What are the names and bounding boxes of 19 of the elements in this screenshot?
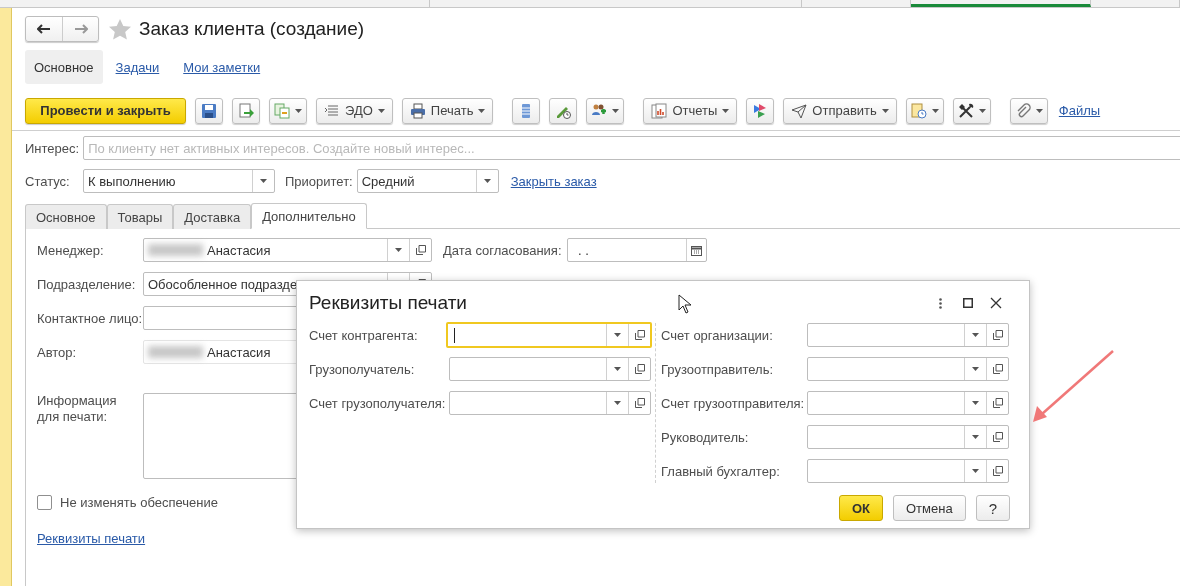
checkbox-label: Не изменять обеспечение: [60, 495, 218, 510]
field-label: Дата согласования:: [443, 242, 563, 258]
field-label: Руководитель:: [661, 429, 750, 445]
field-label: Счет грузополучателя:: [309, 395, 447, 411]
field-label: Грузополучатель:: [309, 361, 416, 377]
window-title: Заказ клиента (создание): [139, 18, 365, 40]
field-label: Интерес:: [25, 140, 80, 156]
field-label: Счет контрагента:: [309, 327, 419, 343]
field-label: Главный бухгалтер:: [661, 463, 781, 479]
field-label: Подразделение:: [37, 276, 137, 292]
field-label: Менеджер:: [37, 242, 105, 258]
field-label: Автор:: [37, 344, 78, 360]
field-label: Информация для печати:: [37, 393, 118, 425]
field-label: Счет организации:: [661, 327, 774, 343]
field-label: Статус:: [25, 173, 71, 189]
field-label: Приоритет:: [285, 173, 353, 189]
field-label: Грузоотправитель:: [661, 361, 775, 377]
field-label: Контактное лицо:: [37, 310, 143, 326]
field-label: Счет грузоотправителя:: [661, 395, 806, 411]
